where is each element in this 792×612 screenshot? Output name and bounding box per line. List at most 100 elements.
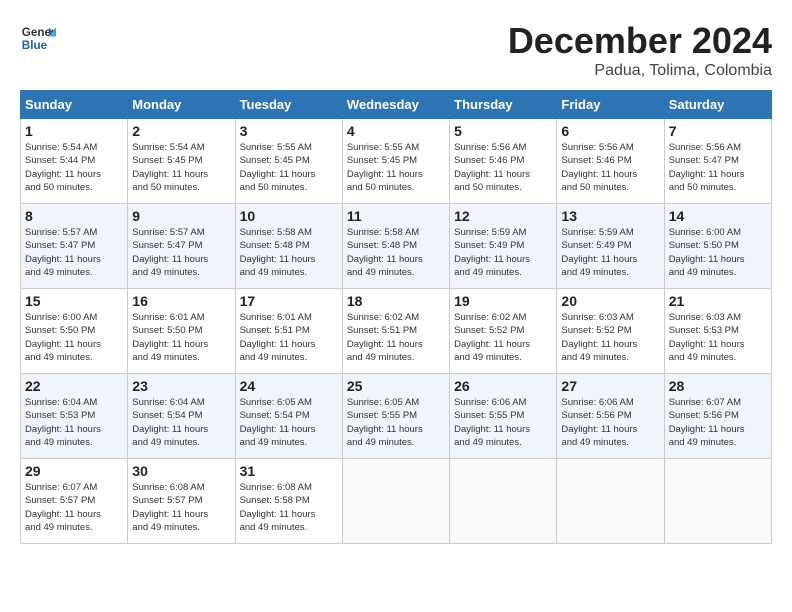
day-number: 26 — [454, 378, 552, 394]
title-area: December 2024 Padua, Tolima, Colombia — [508, 20, 772, 80]
header-tuesday: Tuesday — [235, 91, 342, 119]
day-info: Sunrise: 6:01 AM Sunset: 5:51 PM Dayligh… — [240, 311, 338, 364]
day-info: Sunrise: 6:03 AM Sunset: 5:52 PM Dayligh… — [561, 311, 659, 364]
day-info: Sunrise: 6:08 AM Sunset: 5:58 PM Dayligh… — [240, 481, 338, 534]
day-number: 11 — [347, 208, 445, 224]
day-number: 8 — [25, 208, 123, 224]
logo-icon: General Blue — [20, 20, 56, 56]
calendar-cell — [342, 459, 449, 544]
calendar-cell: 5Sunrise: 5:56 AM Sunset: 5:46 PM Daylig… — [450, 119, 557, 204]
calendar-week-row: 29Sunrise: 6:07 AM Sunset: 5:57 PM Dayli… — [21, 459, 772, 544]
calendar-cell: 20Sunrise: 6:03 AM Sunset: 5:52 PM Dayli… — [557, 289, 664, 374]
header-wednesday: Wednesday — [342, 91, 449, 119]
calendar-table: SundayMondayTuesdayWednesdayThursdayFrid… — [20, 90, 772, 544]
calendar-cell: 1 Sunrise: 5:54 AM Sunset: 5:44 PM Daylig… — [21, 119, 128, 204]
day-number: 6 — [561, 123, 659, 139]
calendar-cell: 10 Sunrise: 5:58 AM Sunset: 5:48 PM Dayli… — [235, 204, 342, 289]
calendar-cell — [450, 459, 557, 544]
day-number: 14 — [669, 208, 767, 224]
calendar-cell — [664, 459, 771, 544]
header-monday: Monday — [128, 91, 235, 119]
day-number: 13 — [561, 208, 659, 224]
day-info: Sunrise: 6:00 AM Sunset: 5:50 PM Dayligh… — [25, 311, 123, 364]
day-info: Sunrise: 5:54 AM Sunset: 5:45 PM Dayligh… — [132, 141, 230, 194]
calendar-week-row: 1 Sunrise: 5:54 AM Sunset: 5:44 PM Daylig… — [21, 119, 772, 204]
day-number: 16 — [132, 293, 230, 309]
day-number: 7 — [669, 123, 767, 139]
day-number: 24 — [240, 378, 338, 394]
day-number: 19 — [454, 293, 552, 309]
day-info: Sunrise: 5:57 AM Sunset: 5:47 PM Dayligh… — [132, 226, 230, 279]
calendar-cell: 19 Sunrise: 6:02 AM Sunset: 5:52 PM Dayli… — [450, 289, 557, 374]
day-info: Sunrise: 5:55 AM Sunset: 5:45 PM Dayligh… — [240, 141, 338, 194]
calendar-cell: 30 Sunrise: 6:08 AM Sunset: 5:57 PM Dayli… — [128, 459, 235, 544]
day-info: Sunrise: 6:05 AM Sunset: 5:54 PM Dayligh… — [240, 396, 338, 449]
location-title: Padua, Tolima, Colombia — [508, 62, 772, 80]
day-number: 25 — [347, 378, 445, 394]
day-info: Sunrise: 6:06 AM Sunset: 5:56 PM Dayligh… — [561, 396, 659, 449]
calendar-cell: 31Sunrise: 6:08 AM Sunset: 5:58 PM Dayli… — [235, 459, 342, 544]
calendar-cell: 6 Sunrise: 5:56 AM Sunset: 5:46 PM Daylig… — [557, 119, 664, 204]
day-info: Sunrise: 5:58 AM Sunset: 5:48 PM Dayligh… — [240, 226, 338, 279]
calendar-cell: 21Sunrise: 6:03 AM Sunset: 5:53 PM Dayli… — [664, 289, 771, 374]
day-info: Sunrise: 5:59 AM Sunset: 5:49 PM Dayligh… — [454, 226, 552, 279]
day-info: Sunrise: 6:03 AM Sunset: 5:53 PM Dayligh… — [669, 311, 767, 364]
day-info: Sunrise: 5:56 AM Sunset: 5:46 PM Dayligh… — [561, 141, 659, 194]
logo: General Blue — [20, 20, 56, 56]
calendar-cell: 13 Sunrise: 5:59 AM Sunset: 5:49 PM Dayli… — [557, 204, 664, 289]
day-number: 2 — [132, 123, 230, 139]
day-number: 4 — [347, 123, 445, 139]
day-info: Sunrise: 6:08 AM Sunset: 5:57 PM Dayligh… — [132, 481, 230, 534]
day-info: Sunrise: 6:04 AM Sunset: 5:53 PM Dayligh… — [25, 396, 123, 449]
calendar-week-row: 15 Sunrise: 6:00 AM Sunset: 5:50 PM Dayli… — [21, 289, 772, 374]
calendar-cell: 22 Sunrise: 6:04 AM Sunset: 5:53 PM Dayli… — [21, 374, 128, 459]
day-info: Sunrise: 6:07 AM Sunset: 5:56 PM Dayligh… — [669, 396, 767, 449]
day-info: Sunrise: 5:54 AM Sunset: 5:44 PM Dayligh… — [25, 141, 123, 194]
day-number: 27 — [561, 378, 659, 394]
calendar-cell: 3 Sunrise: 5:55 AM Sunset: 5:45 PM Daylig… — [235, 119, 342, 204]
day-info: Sunrise: 5:55 AM Sunset: 5:45 PM Dayligh… — [347, 141, 445, 194]
calendar-cell: 2 Sunrise: 5:54 AM Sunset: 5:45 PM Daylig… — [128, 119, 235, 204]
day-info: Sunrise: 6:04 AM Sunset: 5:54 PM Dayligh… — [132, 396, 230, 449]
calendar-cell: 11 Sunrise: 5:58 AM Sunset: 5:48 PM Dayli… — [342, 204, 449, 289]
calendar-week-row: 22 Sunrise: 6:04 AM Sunset: 5:53 PM Dayli… — [21, 374, 772, 459]
calendar-cell: 27 Sunrise: 6:06 AM Sunset: 5:56 PM Dayli… — [557, 374, 664, 459]
header-sunday: Sunday — [21, 91, 128, 119]
page-header: General Blue December 2024 Padua, Tolima… — [20, 20, 772, 80]
calendar-cell: 15 Sunrise: 6:00 AM Sunset: 5:50 PM Dayli… — [21, 289, 128, 374]
day-number: 9 — [132, 208, 230, 224]
header-friday: Friday — [557, 91, 664, 119]
day-info: Sunrise: 6:05 AM Sunset: 5:55 PM Dayligh… — [347, 396, 445, 449]
day-number: 30 — [132, 463, 230, 479]
day-number: 22 — [25, 378, 123, 394]
day-info: Sunrise: 5:59 AM Sunset: 5:49 PM Dayligh… — [561, 226, 659, 279]
day-number: 18 — [347, 293, 445, 309]
calendar-cell — [557, 459, 664, 544]
day-number: 29 — [25, 463, 123, 479]
calendar-cell: 29Sunrise: 6:07 AM Sunset: 5:57 PM Dayli… — [21, 459, 128, 544]
day-info: Sunrise: 6:06 AM Sunset: 5:55 PM Dayligh… — [454, 396, 552, 449]
day-number: 15 — [25, 293, 123, 309]
calendar-cell: 4 Sunrise: 5:55 AM Sunset: 5:45 PM Daylig… — [342, 119, 449, 204]
day-number: 23 — [132, 378, 230, 394]
calendar-cell: 25 Sunrise: 6:05 AM Sunset: 5:55 PM Dayli… — [342, 374, 449, 459]
svg-text:Blue: Blue — [22, 39, 48, 52]
calendar-header-row: SundayMondayTuesdayWednesdayThursdayFrid… — [21, 91, 772, 119]
header-thursday: Thursday — [450, 91, 557, 119]
day-number: 3 — [240, 123, 338, 139]
day-info: Sunrise: 5:57 AM Sunset: 5:47 PM Dayligh… — [25, 226, 123, 279]
day-info: Sunrise: 5:56 AM Sunset: 5:47 PM Dayligh… — [669, 141, 767, 194]
day-number: 10 — [240, 208, 338, 224]
calendar-cell: 23 Sunrise: 6:04 AM Sunset: 5:54 PM Dayli… — [128, 374, 235, 459]
calendar-cell: 16Sunrise: 6:01 AM Sunset: 5:50 PM Dayli… — [128, 289, 235, 374]
day-info: Sunrise: 6:02 AM Sunset: 5:52 PM Dayligh… — [454, 311, 552, 364]
day-number: 12 — [454, 208, 552, 224]
day-number: 5 — [454, 123, 552, 139]
day-info: Sunrise: 5:58 AM Sunset: 5:48 PM Dayligh… — [347, 226, 445, 279]
calendar-cell: 14Sunrise: 6:00 AM Sunset: 5:50 PM Dayli… — [664, 204, 771, 289]
calendar-cell: 18Sunrise: 6:02 AM Sunset: 5:51 PM Dayli… — [342, 289, 449, 374]
day-number: 28 — [669, 378, 767, 394]
calendar-cell: 28 Sunrise: 6:07 AM Sunset: 5:56 PM Dayli… — [664, 374, 771, 459]
calendar-cell: 7 Sunrise: 5:56 AM Sunset: 5:47 PM Daylig… — [664, 119, 771, 204]
day-number: 1 — [25, 123, 123, 139]
